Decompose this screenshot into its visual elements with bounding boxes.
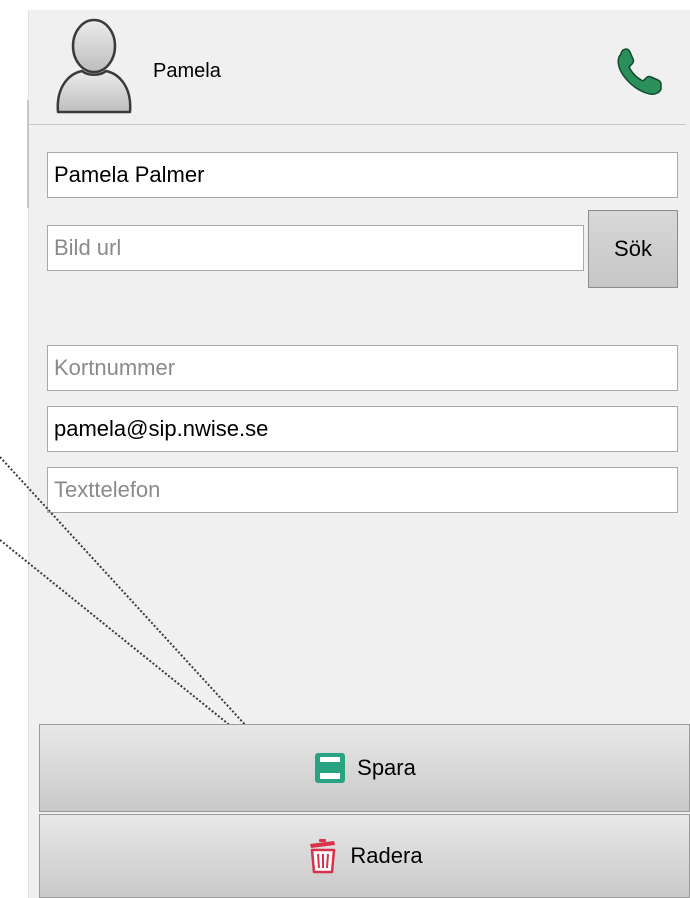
image-url-field[interactable] (47, 225, 584, 271)
save-button[interactable]: Spara (39, 724, 690, 812)
text-phone-field[interactable] (47, 467, 678, 513)
full-name-field[interactable] (47, 152, 678, 198)
phone-icon[interactable] (613, 48, 665, 98)
contact-display-name: Pamela (153, 60, 221, 82)
trash-icon (310, 839, 336, 874)
search-button[interactable]: Sök (588, 210, 678, 288)
save-icon (315, 753, 346, 783)
save-label: Spara (357, 755, 416, 780)
delete-button[interactable]: Radera (39, 814, 690, 898)
short-number-field[interactable] (47, 345, 678, 391)
person-silhouette-icon (56, 18, 132, 114)
delete-label: Radera (350, 843, 423, 868)
header-divider (28, 124, 686, 125)
sip-address-field[interactable] (47, 406, 678, 452)
